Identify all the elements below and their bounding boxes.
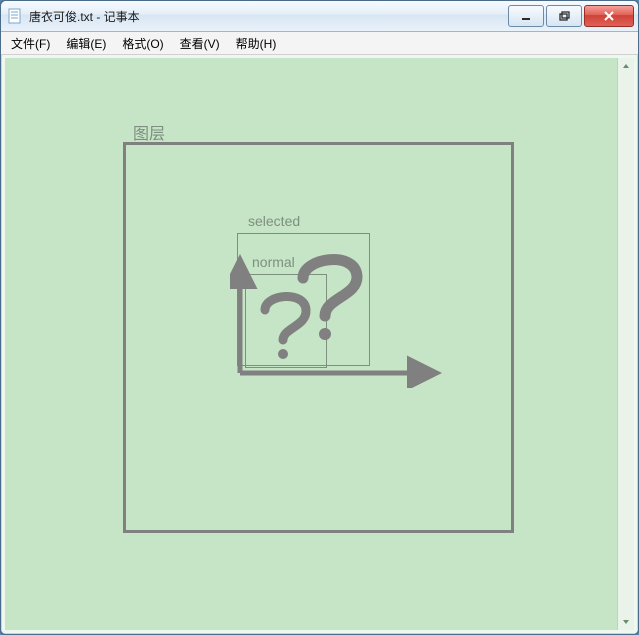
menubar: 文件(F) 编辑(E) 格式(O) 查看(V) 帮助(H) [1,32,638,55]
vertical-scrollbar[interactable] [617,58,634,630]
close-button[interactable] [584,5,634,27]
scroll-up-button[interactable] [618,58,634,74]
layer-label: 图层 [133,120,165,144]
content-canvas[interactable]: 图层 selected normal [5,58,617,630]
notepad-icon [7,8,23,24]
chevron-up-icon [622,62,630,70]
selected-label: selected [248,213,300,229]
client-area: 图层 selected normal [1,55,638,634]
maximize-button[interactable] [546,5,582,27]
menu-edit[interactable]: 编辑(E) [58,33,114,54]
app-window: 唐衣可俊.txt - 记事本 文件(F) 编辑(E) 格式(O) [0,0,639,635]
menu-view[interactable]: 查看(V) [172,33,228,54]
minimize-button[interactable] [508,5,544,27]
minimize-icon [520,10,532,22]
close-icon [603,10,615,22]
menu-format[interactable]: 格式(O) [114,33,171,54]
titlebar[interactable]: 唐衣可俊.txt - 记事本 [1,1,638,32]
chevron-down-icon [622,618,630,626]
scroll-down-button[interactable] [618,614,634,630]
menu-help[interactable]: 帮助(H) [228,33,285,54]
question-mark-small-icon [259,288,313,363]
window-title: 唐衣可俊.txt - 记事本 [29,8,140,25]
maximize-icon [558,10,570,22]
window-controls [508,5,634,27]
menu-file[interactable]: 文件(F) [3,33,58,54]
